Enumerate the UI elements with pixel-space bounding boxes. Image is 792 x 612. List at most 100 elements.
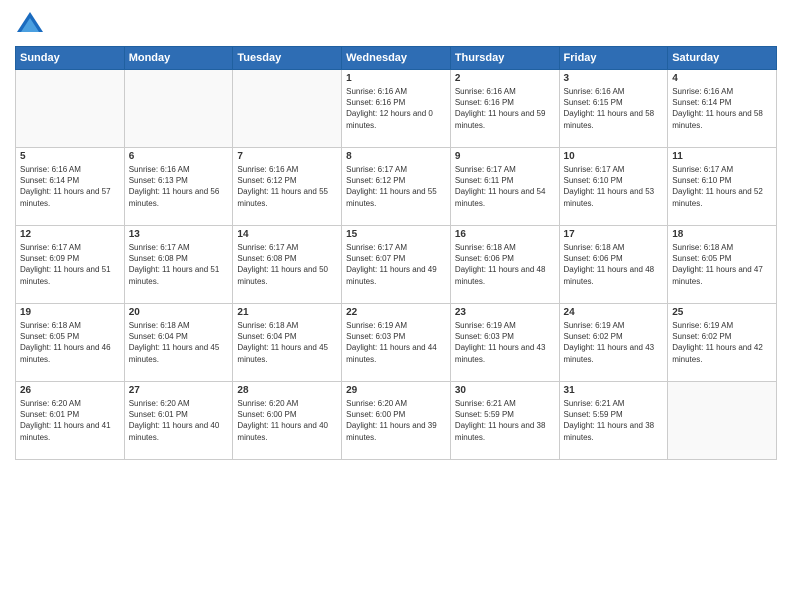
day-number: 14 xyxy=(237,229,337,240)
calendar-cell: 6 Sunrise: 6:16 AMSunset: 6:13 PMDaylight… xyxy=(124,148,233,226)
weekday-header-monday: Monday xyxy=(124,47,233,70)
day-info: Sunrise: 6:17 AMSunset: 6:10 PMDaylight:… xyxy=(672,164,772,209)
calendar-cell: 27 Sunrise: 6:20 AMSunset: 6:01 PMDayligh… xyxy=(124,382,233,460)
week-row-2: 5 Sunrise: 6:16 AMSunset: 6:14 PMDaylight… xyxy=(16,148,777,226)
calendar-cell: 31 Sunrise: 6:21 AMSunset: 5:59 PMDayligh… xyxy=(559,382,668,460)
day-info: Sunrise: 6:21 AMSunset: 5:59 PMDaylight:… xyxy=(455,398,555,443)
day-number: 27 xyxy=(129,385,229,396)
day-info: Sunrise: 6:20 AMSunset: 6:01 PMDaylight:… xyxy=(129,398,229,443)
calendar-cell: 23 Sunrise: 6:19 AMSunset: 6:03 PMDayligh… xyxy=(450,304,559,382)
calendar-cell: 28 Sunrise: 6:20 AMSunset: 6:00 PMDayligh… xyxy=(233,382,342,460)
day-number: 6 xyxy=(129,151,229,162)
day-info: Sunrise: 6:18 AMSunset: 6:04 PMDaylight:… xyxy=(237,320,337,365)
calendar-cell: 1 Sunrise: 6:16 AMSunset: 6:16 PMDaylight… xyxy=(342,70,451,148)
calendar-cell: 3 Sunrise: 6:16 AMSunset: 6:15 PMDaylight… xyxy=(559,70,668,148)
calendar-cell: 20 Sunrise: 6:18 AMSunset: 6:04 PMDayligh… xyxy=(124,304,233,382)
day-number: 4 xyxy=(672,73,772,84)
calendar-cell: 18 Sunrise: 6:18 AMSunset: 6:05 PMDayligh… xyxy=(668,226,777,304)
day-number: 18 xyxy=(672,229,772,240)
day-info: Sunrise: 6:20 AMSunset: 6:00 PMDaylight:… xyxy=(346,398,446,443)
calendar-cell: 21 Sunrise: 6:18 AMSunset: 6:04 PMDayligh… xyxy=(233,304,342,382)
calendar-cell: 24 Sunrise: 6:19 AMSunset: 6:02 PMDayligh… xyxy=(559,304,668,382)
day-info: Sunrise: 6:17 AMSunset: 6:12 PMDaylight:… xyxy=(346,164,446,209)
calendar-cell: 30 Sunrise: 6:21 AMSunset: 5:59 PMDayligh… xyxy=(450,382,559,460)
day-number: 13 xyxy=(129,229,229,240)
day-number: 5 xyxy=(20,151,120,162)
day-info: Sunrise: 6:20 AMSunset: 6:00 PMDaylight:… xyxy=(237,398,337,443)
day-info: Sunrise: 6:18 AMSunset: 6:06 PMDaylight:… xyxy=(564,242,664,287)
day-number: 15 xyxy=(346,229,446,240)
day-info: Sunrise: 6:21 AMSunset: 5:59 PMDaylight:… xyxy=(564,398,664,443)
day-number: 17 xyxy=(564,229,664,240)
calendar-cell: 4Sunrise: 6:16 AMSunset: 6:14 PMDaylight… xyxy=(668,70,777,148)
day-number: 24 xyxy=(564,307,664,318)
day-number: 8 xyxy=(346,151,446,162)
calendar-cell: 12 Sunrise: 6:17 AMSunset: 6:09 PMDayligh… xyxy=(16,226,125,304)
calendar-cell: 8 Sunrise: 6:17 AMSunset: 6:12 PMDaylight… xyxy=(342,148,451,226)
day-number: 2 xyxy=(455,73,555,84)
day-info: Sunrise: 6:16 AMSunset: 6:14 PMDaylight:… xyxy=(20,164,120,209)
day-info: Sunrise: 6:16 AMSunset: 6:15 PMDaylight:… xyxy=(564,86,664,131)
day-info: Sunrise: 6:19 AMSunset: 6:03 PMDaylight:… xyxy=(455,320,555,365)
weekday-header-row: SundayMondayTuesdayWednesdayThursdayFrid… xyxy=(16,47,777,70)
day-info: Sunrise: 6:18 AMSunset: 6:05 PMDaylight:… xyxy=(20,320,120,365)
header xyxy=(15,10,777,40)
day-number: 22 xyxy=(346,307,446,318)
calendar-cell: 2 Sunrise: 6:16 AMSunset: 6:16 PMDaylight… xyxy=(450,70,559,148)
calendar-cell: 9Sunrise: 6:17 AMSunset: 6:11 PMDaylight… xyxy=(450,148,559,226)
day-info: Sunrise: 6:16 AMSunset: 6:13 PMDaylight:… xyxy=(129,164,229,209)
day-info: Sunrise: 6:20 AMSunset: 6:01 PMDaylight:… xyxy=(20,398,120,443)
day-number: 9 xyxy=(455,151,555,162)
weekday-header-friday: Friday xyxy=(559,47,668,70)
calendar-cell: 7 Sunrise: 6:16 AMSunset: 6:12 PMDaylight… xyxy=(233,148,342,226)
day-number: 30 xyxy=(455,385,555,396)
calendar-cell xyxy=(233,70,342,148)
day-info: Sunrise: 6:16 AMSunset: 6:16 PMDaylight:… xyxy=(455,86,555,131)
calendar-cell: 5 Sunrise: 6:16 AMSunset: 6:14 PMDaylight… xyxy=(16,148,125,226)
day-info: Sunrise: 6:17 AMSunset: 6:09 PMDaylight:… xyxy=(20,242,120,287)
calendar-cell: 16 Sunrise: 6:18 AMSunset: 6:06 PMDayligh… xyxy=(450,226,559,304)
day-info: Sunrise: 6:16 AMSunset: 6:12 PMDaylight:… xyxy=(237,164,337,209)
day-info: Sunrise: 6:17 AMSunset: 6:08 PMDaylight:… xyxy=(129,242,229,287)
day-info: Sunrise: 6:17 AMSunset: 6:07 PMDaylight:… xyxy=(346,242,446,287)
week-row-5: 26Sunrise: 6:20 AMSunset: 6:01 PMDayligh… xyxy=(16,382,777,460)
weekday-header-thursday: Thursday xyxy=(450,47,559,70)
week-row-1: 1 Sunrise: 6:16 AMSunset: 6:16 PMDaylight… xyxy=(16,70,777,148)
calendar-cell: 11 Sunrise: 6:17 AMSunset: 6:10 PMDayligh… xyxy=(668,148,777,226)
calendar-cell: 14Sunrise: 6:17 AMSunset: 6:08 PMDayligh… xyxy=(233,226,342,304)
calendar-cell: 13 Sunrise: 6:17 AMSunset: 6:08 PMDayligh… xyxy=(124,226,233,304)
day-number: 3 xyxy=(564,73,664,84)
day-number: 21 xyxy=(237,307,337,318)
calendar-cell: 10 Sunrise: 6:17 AMSunset: 6:10 PMDayligh… xyxy=(559,148,668,226)
day-number: 31 xyxy=(564,385,664,396)
day-number: 23 xyxy=(455,307,555,318)
calendar-cell: 25 Sunrise: 6:19 AMSunset: 6:02 PMDayligh… xyxy=(668,304,777,382)
day-info: Sunrise: 6:18 AMSunset: 6:05 PMDaylight:… xyxy=(672,242,772,287)
day-number: 25 xyxy=(672,307,772,318)
day-number: 11 xyxy=(672,151,772,162)
day-info: Sunrise: 6:18 AMSunset: 6:06 PMDaylight:… xyxy=(455,242,555,287)
day-number: 16 xyxy=(455,229,555,240)
day-number: 1 xyxy=(346,73,446,84)
calendar-cell xyxy=(668,382,777,460)
day-info: Sunrise: 6:17 AMSunset: 6:10 PMDaylight:… xyxy=(564,164,664,209)
calendar-cell xyxy=(16,70,125,148)
day-info: Sunrise: 6:19 AMSunset: 6:03 PMDaylight:… xyxy=(346,320,446,365)
week-row-3: 12 Sunrise: 6:17 AMSunset: 6:09 PMDayligh… xyxy=(16,226,777,304)
logo xyxy=(15,10,49,40)
calendar-cell: 26Sunrise: 6:20 AMSunset: 6:01 PMDayligh… xyxy=(16,382,125,460)
day-number: 12 xyxy=(20,229,120,240)
calendar-cell: 15 Sunrise: 6:17 AMSunset: 6:07 PMDayligh… xyxy=(342,226,451,304)
day-number: 29 xyxy=(346,385,446,396)
day-number: 10 xyxy=(564,151,664,162)
day-number: 7 xyxy=(237,151,337,162)
weekday-header-sunday: Sunday xyxy=(16,47,125,70)
weekday-header-saturday: Saturday xyxy=(668,47,777,70)
day-info: Sunrise: 6:18 AMSunset: 6:04 PMDaylight:… xyxy=(129,320,229,365)
day-number: 20 xyxy=(129,307,229,318)
day-info: Sunrise: 6:16 AMSunset: 6:16 PMDaylight:… xyxy=(346,86,446,131)
day-number: 28 xyxy=(237,385,337,396)
calendar-cell: 22 Sunrise: 6:19 AMSunset: 6:03 PMDayligh… xyxy=(342,304,451,382)
day-info: Sunrise: 6:19 AMSunset: 6:02 PMDaylight:… xyxy=(564,320,664,365)
day-info: Sunrise: 6:19 AMSunset: 6:02 PMDaylight:… xyxy=(672,320,772,365)
